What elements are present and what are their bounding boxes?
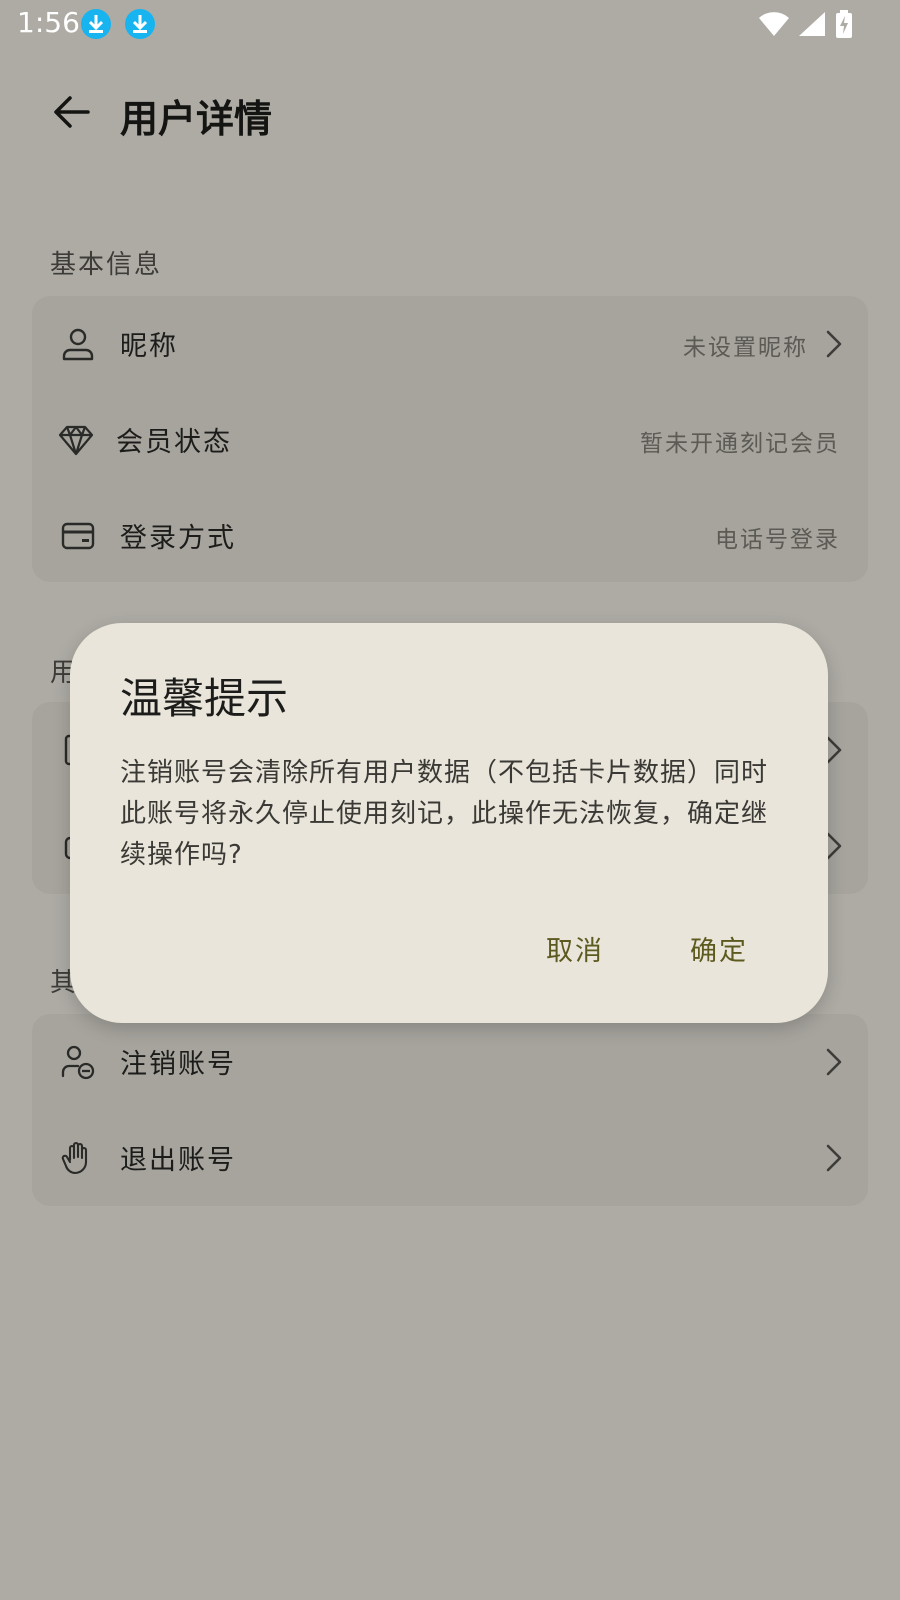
user-remove-icon: [61, 1045, 95, 1080]
back-button[interactable]: [48, 88, 96, 136]
nickname-row[interactable]: 昵称 未设置昵称: [32, 296, 868, 392]
battery-icon: [834, 10, 854, 42]
status-bar: 1:56: [0, 0, 900, 50]
basic-info-card: 昵称 未设置昵称 会员状态 暂未开通刻记会员 登录方式 电话号登录: [32, 296, 868, 582]
membership-value: 暂未开通刻记会员: [640, 431, 840, 457]
chevron-right-icon: [826, 1144, 842, 1172]
chevron-right-icon: [826, 330, 842, 358]
login-method-value: 电话号登录: [715, 527, 840, 553]
section-label-basic-info: 基本信息: [50, 250, 163, 280]
status-time: 1:56: [17, 6, 80, 39]
cancel-button[interactable]: 取消: [546, 929, 604, 968]
confirm-dialog: 温馨提示 注销账号会清除所有用户数据（不包括卡片数据）同时此账号将永久停止使用刻…: [70, 623, 828, 1023]
delete-account-label: 注销账号: [120, 1049, 236, 1080]
download-notification-icon: [81, 9, 111, 39]
delete-account-row[interactable]: 注销账号: [32, 1014, 868, 1110]
arrow-left-icon: [54, 96, 90, 128]
login-method-label: 登录方式: [120, 523, 236, 554]
chevron-right-icon: [826, 1048, 842, 1076]
logout-row[interactable]: 退出账号: [32, 1110, 868, 1206]
card-icon: [61, 522, 95, 550]
download-notification-icon: [125, 9, 155, 39]
membership-row: 会员状态 暂未开通刻记会员: [32, 392, 868, 488]
nickname-value: 未设置昵称: [683, 335, 808, 361]
dialog-title: 温馨提示: [120, 674, 289, 723]
page-title: 用户详情: [120, 97, 273, 141]
account-card: 注销账号 退出账号: [32, 1014, 868, 1206]
membership-label: 会员状态: [116, 427, 232, 458]
dialog-message: 注销账号会清除所有用户数据（不包括卡片数据）同时此账号将永久停止使用刻记，此操作…: [120, 758, 769, 870]
wifi-icon: [758, 11, 790, 41]
logout-label: 退出账号: [120, 1145, 236, 1176]
nickname-label: 昵称: [120, 331, 178, 362]
person-icon: [62, 328, 94, 361]
confirm-button[interactable]: 确定: [690, 929, 748, 968]
signal-icon: [798, 11, 826, 41]
diamond-icon: [58, 425, 94, 456]
wave-hand-icon: [61, 1141, 88, 1175]
login-method-row: 登录方式 电话号登录: [32, 488, 868, 584]
